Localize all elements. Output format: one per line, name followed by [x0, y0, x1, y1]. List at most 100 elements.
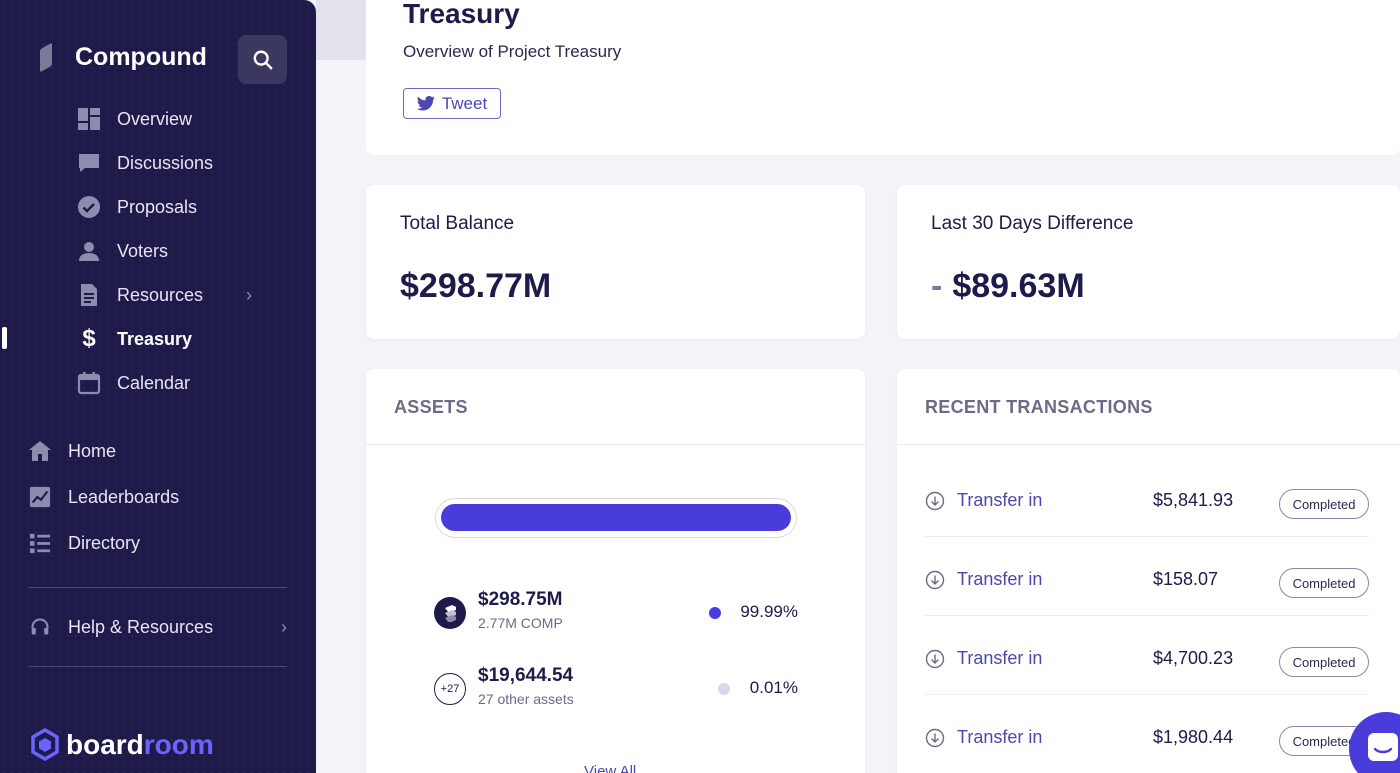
assets-title: ASSETS: [394, 397, 468, 417]
document-icon: [76, 282, 102, 308]
sidebar-item-label: Voters: [117, 240, 169, 261]
active-indicator: [2, 327, 7, 349]
transaction-type: Transfer in: [957, 490, 1043, 510]
status-badge: Completed: [1279, 568, 1369, 598]
divider: [29, 666, 287, 667]
chevron-right-icon: ›: [281, 616, 287, 637]
assets-card: ASSETS $298.75M 2.77M COMP 99.99% +27 $1…: [366, 369, 865, 773]
sidebar-item-label: Directory: [68, 532, 141, 553]
arrow-down-circle-icon: [925, 570, 945, 590]
list-icon: [27, 530, 53, 556]
status-badge: Completed: [1279, 647, 1369, 677]
header-card: Treasury Overview of Project Treasury Tw…: [366, 0, 1400, 155]
asset-percentage: 99.99%: [740, 602, 798, 621]
sidebar-item-help[interactable]: Help & Resources ›: [27, 604, 287, 650]
arrow-down-circle-icon: [925, 491, 945, 511]
asset-color-dot: [718, 683, 730, 695]
app-nav: Home Leaderboards Directory: [27, 428, 287, 566]
arrow-down-circle-icon: [925, 728, 945, 748]
transaction-amount: $4,700.23: [1153, 648, 1234, 668]
sidebar-item-label: Leaderboards: [68, 486, 180, 507]
asset-color-dot: [709, 607, 721, 619]
asset-row-comp[interactable]: $298.75M 2.77M COMP 99.99%: [434, 585, 798, 635]
sidebar-item-directory[interactable]: Directory: [27, 520, 287, 566]
chat-icon: [76, 150, 102, 176]
tweet-button[interactable]: Tweet: [403, 88, 501, 119]
sidebar-item-label: Discussions: [117, 152, 214, 173]
difference-value: $89.63M: [952, 267, 1085, 305]
sidebar-item-calendar[interactable]: Calendar: [76, 361, 286, 405]
headphones-icon: [27, 614, 53, 640]
sidebar-item-proposals[interactable]: Proposals: [76, 185, 286, 229]
asset-sub: 27 other assets: [478, 691, 574, 707]
arrow-down-circle-icon: [925, 649, 945, 669]
sidebar-item-home[interactable]: Home: [27, 428, 287, 474]
brand[interactable]: Compound: [36, 42, 207, 73]
sidebar-item-label: Calendar: [117, 372, 191, 393]
page-title: Treasury: [403, 0, 520, 29]
help-nav: Help & Resources ›: [27, 604, 287, 650]
search-button[interactable]: [238, 35, 287, 84]
total-balance-card: Total Balance $298.77M: [366, 185, 865, 339]
difference-label: Last 30 Days Difference: [931, 213, 1134, 234]
sidebar-item-treasury[interactable]: $ Treasury: [76, 317, 286, 361]
search-icon: [253, 50, 272, 69]
project-nav: Overview Discussions Proposals Voters Re…: [76, 97, 286, 405]
transaction-row[interactable]: Transfer in $5,841.93 Completed: [925, 458, 1369, 537]
transaction-type: Transfer in: [957, 648, 1043, 668]
sidebar-item-label: Help & Resources: [68, 616, 214, 637]
transaction-row[interactable]: Transfer in $4,700.23 Completed: [925, 616, 1369, 695]
view-all-link[interactable]: View All: [584, 763, 636, 773]
brand-name: Compound: [75, 42, 207, 71]
boardroom-word-room: room: [143, 728, 214, 760]
transaction-amount: $158.07: [1153, 569, 1219, 589]
total-balance-value: $298.77M: [400, 267, 552, 305]
sidebar-item-label: Home: [68, 440, 117, 461]
transaction-row[interactable]: Transfer in $1,980.44 Completed: [925, 695, 1369, 773]
users-icon: [76, 238, 102, 264]
sidebar-item-discussions[interactable]: Discussions: [76, 141, 286, 185]
divider: [29, 587, 287, 588]
sidebar-item-label: Overview: [117, 108, 193, 129]
boardroom-hex-icon: [31, 728, 59, 761]
sidebar-item-leaderboards[interactable]: Leaderboards: [27, 474, 287, 520]
asset-distribution-fill: [441, 504, 791, 531]
difference-value-row: - $89.63M: [931, 267, 1085, 306]
asset-sub: 2.77M COMP: [478, 615, 563, 631]
chevron-right-icon: ›: [246, 284, 252, 305]
assets-header: ASSETS: [366, 369, 865, 445]
asset-distribution-bar: [435, 498, 797, 538]
boardroom-logo[interactable]: board room: [30, 728, 214, 761]
dollar-icon: $: [82, 325, 96, 352]
top-strip: [316, 0, 366, 60]
compound-logo-icon: [36, 42, 58, 73]
other-assets-badge: +27: [434, 673, 466, 705]
transactions-header: RECENT TRANSACTIONS: [897, 369, 1400, 445]
transaction-amount: $5,841.93: [1153, 490, 1234, 510]
transaction-amount: $1,980.44: [1153, 727, 1234, 747]
transactions-card: RECENT TRANSACTIONS Transfer in $5,841.9…: [897, 369, 1400, 773]
total-balance-label: Total Balance: [400, 213, 515, 234]
chat-bubble-icon: [1368, 733, 1398, 761]
dashboard-icon: [76, 106, 102, 132]
comp-token-icon: [434, 597, 466, 629]
status-badge: Completed: [1279, 489, 1369, 519]
difference-card: Last 30 Days Difference - $89.63M: [897, 185, 1400, 339]
transaction-row[interactable]: Transfer in $158.07 Completed: [925, 537, 1369, 616]
calendar-icon: [76, 370, 102, 396]
transaction-type: Transfer in: [957, 569, 1043, 589]
chart-icon: [27, 484, 53, 510]
sidebar-item-label: Proposals: [117, 196, 198, 217]
difference-sign: -: [931, 267, 943, 305]
asset-row-other[interactable]: +27 $19,644.54 27 other assets 0.01%: [434, 661, 798, 711]
transactions-title: RECENT TRANSACTIONS: [925, 397, 1153, 417]
asset-percentage: 0.01%: [749, 678, 798, 697]
sidebar-item-resources[interactable]: Resources ›: [76, 273, 286, 317]
sidebar-item-label: Treasury: [117, 328, 193, 349]
twitter-icon: [416, 96, 435, 111]
sidebar: Compound Overview Discussions Proposals …: [0, 0, 316, 773]
sidebar-item-voters[interactable]: Voters: [76, 229, 286, 273]
sidebar-item-overview[interactable]: Overview: [76, 97, 286, 141]
boardroom-word-board: board: [66, 728, 144, 760]
sidebar-item-label: Resources: [117, 284, 204, 305]
